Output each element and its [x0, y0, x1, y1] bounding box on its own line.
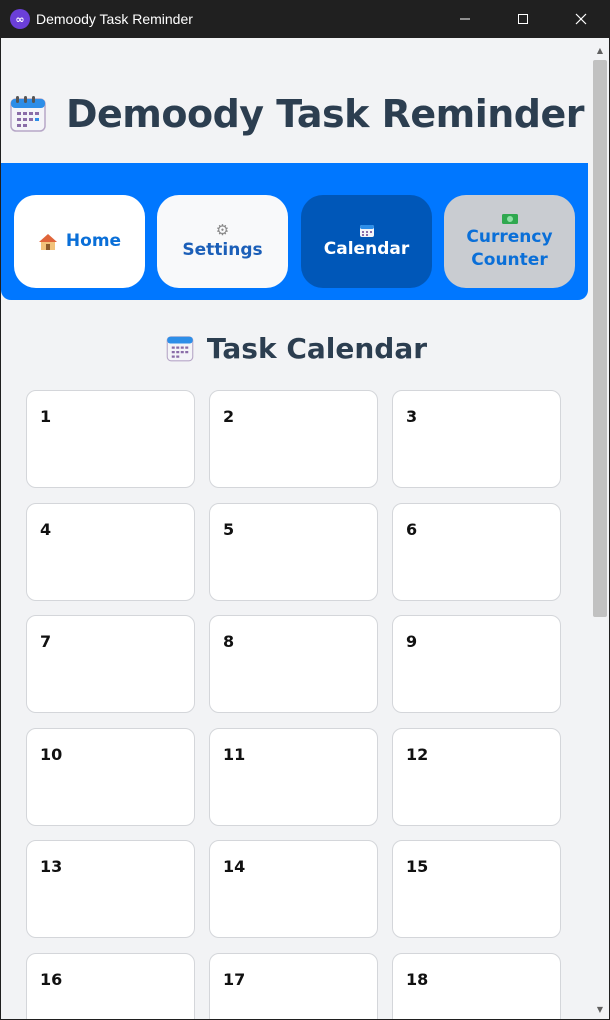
nav-calendar-button[interactable]: Calendar [301, 195, 432, 288]
calendar-day-cell[interactable]: 15 [392, 840, 561, 938]
day-number: 1 [40, 407, 52, 426]
calendar-day-cell[interactable]: 8 [209, 615, 378, 713]
money-icon [501, 213, 518, 224]
house-icon [38, 233, 57, 250]
nav-settings-button[interactable]: ⚙ Settings [157, 195, 288, 288]
day-number: 13 [40, 857, 63, 876]
day-number: 17 [223, 969, 246, 989]
calendar-day-cell[interactable]: 1 [26, 390, 195, 488]
nav-home-label: Home [65, 231, 122, 251]
close-icon [575, 13, 587, 25]
scroll-up-arrow-icon[interactable]: ▲ [591, 42, 609, 58]
close-button[interactable] [552, 0, 610, 38]
day-number: 5 [223, 519, 235, 539]
maximize-icon [518, 14, 528, 24]
app-content: Demoody Task Reminder Home ⚙ Settings Ca… [1, 38, 609, 1019]
calendar-day-cell[interactable]: 14 [209, 840, 378, 938]
day-number: 10 [40, 744, 63, 764]
calendar-day-cell[interactable]: 11 [209, 727, 378, 826]
app-header: Demoody Task Reminder [1, 88, 591, 140]
app-logo-icon: ∞ [10, 9, 30, 29]
calendar-day-cell[interactable]: 9 [392, 615, 561, 713]
calendar-icon [359, 224, 374, 237]
nav-currency-label-1: Currency [466, 226, 553, 247]
day-number: 6 [406, 519, 418, 539]
calendar-day-cell[interactable]: 10 [26, 727, 195, 826]
gear-icon: ⚙ [215, 221, 230, 239]
nav-settings-label: Settings [182, 240, 263, 260]
day-number: 12 [406, 744, 429, 764]
calendar-day-cell[interactable]: 16 [26, 952, 195, 1019]
day-number: 2 [223, 407, 235, 426]
nav-calendar-label: Calendar [323, 238, 410, 259]
nav-home-button[interactable]: Home [14, 195, 145, 288]
calendar-day-cell[interactable]: 3 [392, 390, 561, 488]
day-number: 4 [40, 519, 52, 539]
calendar-day-cell[interactable]: 4 [26, 502, 195, 601]
window-title: Demoody Task Reminder [36, 11, 193, 27]
window-titlebar[interactable]: ∞ Demoody Task Reminder [0, 0, 610, 38]
calendar-day-cell[interactable]: 2 [209, 390, 378, 488]
calendar-icon [10, 96, 46, 132]
calendar-day-cell[interactable]: 7 [26, 615, 195, 713]
day-number: 18 [406, 969, 429, 989]
day-number: 3 [406, 407, 418, 426]
scrollbar-thumb[interactable] [593, 60, 607, 617]
day-number: 16 [40, 969, 63, 989]
calendar-icon [166, 336, 194, 362]
minimize-button[interactable] [436, 0, 494, 38]
calendar-day-cell[interactable]: 5 [209, 502, 378, 601]
task-calendar-title: Task Calendar [206, 331, 428, 365]
nav-bar: Home ⚙ Settings Calendar Currency Counte… [1, 163, 588, 300]
scroll-down-arrow-icon[interactable]: ▼ [591, 1001, 609, 1017]
section-heading: Task Calendar [1, 328, 591, 368]
window-controls [436, 0, 610, 38]
calendar-day-cell[interactable]: 17 [209, 952, 378, 1019]
nav-currency-button[interactable]: Currency Counter [444, 195, 575, 288]
day-number: 14 [223, 857, 246, 876]
vertical-scrollbar[interactable]: ▲ ▼ [591, 38, 609, 1019]
calendar-day-cell[interactable]: 13 [26, 840, 195, 938]
calendar-day-cell[interactable]: 6 [392, 502, 561, 601]
app-title: Demoody Task Reminder [65, 92, 585, 136]
calendar-day-cell[interactable]: 18 [392, 952, 561, 1019]
maximize-button[interactable] [494, 0, 552, 38]
calendar-day-cell[interactable]: 12 [392, 727, 561, 826]
day-number: 8 [223, 632, 235, 651]
day-number: 7 [40, 632, 52, 651]
day-number: 11 [223, 744, 246, 764]
day-number: 9 [406, 632, 418, 651]
nav-currency-label-2: Counter [471, 249, 548, 270]
day-number: 15 [406, 857, 429, 876]
minimize-icon [460, 18, 470, 20]
